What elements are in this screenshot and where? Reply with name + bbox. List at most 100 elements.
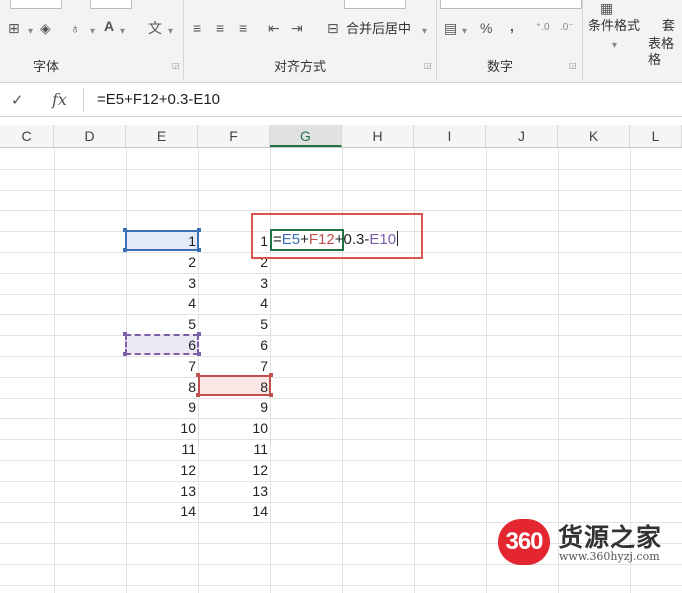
increase-indent-icon[interactable]: ⇥: [291, 20, 303, 36]
chevron-down-icon[interactable]: ▾: [168, 24, 173, 40]
column-header-j[interactable]: J: [486, 125, 558, 147]
merge-center-button[interactable]: 合并后居中: [346, 21, 411, 37]
formula-ref-f12: F12: [308, 231, 335, 248]
wrap-text-button[interactable]: [344, 0, 406, 9]
font-size-box[interactable]: [90, 0, 132, 9]
column-header-f[interactable]: F: [198, 125, 270, 147]
resize-handle[interactable]: [269, 393, 273, 397]
row-gridline: [0, 169, 682, 170]
chevron-down-icon[interactable]: ▾: [612, 38, 617, 54]
font-name-box[interactable]: [10, 0, 62, 9]
cell-e10[interactable]: 6: [126, 335, 196, 355]
cell-f13[interactable]: 9: [198, 397, 268, 417]
column-header-k[interactable]: K: [558, 125, 630, 147]
group-divider: [436, 0, 437, 80]
formula-bar: ✓ fx =E5+F12+0.3-E10: [0, 84, 682, 117]
paint-bucket-icon[interactable]: ♁: [70, 20, 81, 36]
watermark-logo-badge: 360: [498, 519, 550, 565]
conditional-format-button[interactable]: 条件格式: [588, 18, 640, 34]
cell-f18[interactable]: 14: [198, 501, 268, 521]
number-dialog-launcher-icon[interactable]: ◲: [569, 62, 577, 70]
phonetic-icon[interactable]: 文: [148, 20, 162, 36]
column-header-g[interactable]: G: [270, 125, 342, 147]
align-group-label: 对齐方式: [274, 59, 327, 74]
align-left-icon[interactable]: ≡: [193, 20, 201, 36]
formula-input[interactable]: =E5+F12+0.3-E10: [97, 91, 220, 108]
cell-e12[interactable]: 8: [126, 377, 196, 397]
align-center-icon[interactable]: ≡: [216, 20, 224, 36]
chevron-down-icon[interactable]: ▾: [90, 24, 95, 40]
cell-e17[interactable]: 13: [126, 481, 196, 501]
column-header-l[interactable]: L: [630, 125, 682, 147]
cell-e15[interactable]: 11: [126, 439, 196, 459]
cell-e7[interactable]: 3: [126, 273, 196, 293]
cell-f10[interactable]: 6: [198, 335, 268, 355]
cell-f14[interactable]: 10: [198, 418, 268, 438]
cell-f9[interactable]: 5: [198, 314, 268, 334]
formula-equals: =: [273, 231, 282, 248]
confirm-icon[interactable]: ✓: [11, 91, 24, 109]
decrease-indent-icon[interactable]: ⇤: [268, 20, 280, 36]
cell-e11[interactable]: 7: [126, 356, 196, 376]
column-header-d[interactable]: D: [54, 125, 126, 147]
in-cell-formula[interactable]: =E5+F12+0.3-E10: [273, 231, 399, 249]
cell-e9[interactable]: 5: [126, 314, 196, 334]
chevron-down-icon[interactable]: ▾: [462, 24, 467, 40]
resize-handle[interactable]: [269, 373, 273, 377]
cell-f15[interactable]: 11: [198, 439, 268, 459]
number-group-label: 数字: [487, 59, 514, 74]
watermark-url: www.360hyzj.com: [559, 550, 660, 563]
font-group-label: 字体: [33, 59, 60, 74]
chevron-down-icon[interactable]: ▾: [120, 24, 125, 40]
currency-icon[interactable]: ▤: [444, 20, 457, 36]
row-gridline: [0, 502, 682, 503]
cell-e6[interactable]: 2: [126, 252, 196, 272]
group-divider: [582, 0, 583, 80]
cell-e5[interactable]: 1: [126, 231, 196, 251]
percent-button[interactable]: %: [480, 20, 492, 36]
cell-f17[interactable]: 13: [198, 481, 268, 501]
fill-color-icon[interactable]: ◈: [40, 20, 51, 36]
conditional-format-icon[interactable]: ▦: [600, 0, 613, 16]
row-gridline: [0, 460, 682, 461]
formula-ref-e5: E5: [281, 231, 301, 248]
column-header-i[interactable]: I: [414, 125, 486, 147]
number-format-dropdown[interactable]: [440, 0, 582, 9]
column-header-c[interactable]: C: [0, 125, 54, 147]
formula-op-plus: +: [300, 231, 309, 248]
font-dialog-launcher-icon[interactable]: ◲: [172, 62, 180, 70]
insert-function-icon[interactable]: fx: [52, 90, 67, 109]
increase-decimal-icon[interactable]: ⁺.0: [536, 20, 550, 36]
cell-e18[interactable]: 14: [126, 501, 196, 521]
cell-f8[interactable]: 4: [198, 293, 268, 313]
cell-e8[interactable]: 4: [126, 293, 196, 313]
chevron-down-icon[interactable]: ▾: [28, 24, 33, 40]
row-gridline: [0, 210, 682, 211]
merge-center-icon[interactable]: ⊟: [327, 20, 339, 36]
column-header-row: C D E F G H I J K L: [0, 125, 682, 148]
formula-bar-divider: [83, 88, 84, 112]
cell-f11[interactable]: 7: [198, 356, 268, 376]
cell-f12[interactable]: 8: [198, 377, 268, 397]
font-color-icon[interactable]: A: [104, 18, 114, 34]
row-gridline: [0, 398, 682, 399]
cell-f16[interactable]: 12: [198, 460, 268, 480]
cell-e16[interactable]: 12: [126, 460, 196, 480]
cell-f7[interactable]: 3: [198, 273, 268, 293]
decrease-decimal-icon[interactable]: .0⁻: [560, 20, 574, 36]
table-format-button[interactable]: 表格格: [648, 36, 682, 68]
align-right-icon[interactable]: ≡: [239, 20, 247, 36]
group-divider: [183, 0, 184, 80]
table-format-button-top[interactable]: 套: [662, 18, 675, 34]
chevron-down-icon[interactable]: ▾: [422, 24, 427, 40]
row-gridline: [0, 273, 682, 274]
border-icon[interactable]: ⊞: [8, 20, 20, 36]
text-cursor: [397, 231, 399, 246]
comma-button[interactable]: ,: [510, 18, 514, 34]
column-header-e[interactable]: E: [126, 125, 198, 147]
watermark: 360 货源之家 www.360hyzj.com: [498, 519, 682, 567]
cell-e13[interactable]: 9: [126, 397, 196, 417]
align-dialog-launcher-icon[interactable]: ◲: [424, 62, 432, 70]
column-header-h[interactable]: H: [342, 125, 414, 147]
cell-e14[interactable]: 10: [126, 418, 196, 438]
